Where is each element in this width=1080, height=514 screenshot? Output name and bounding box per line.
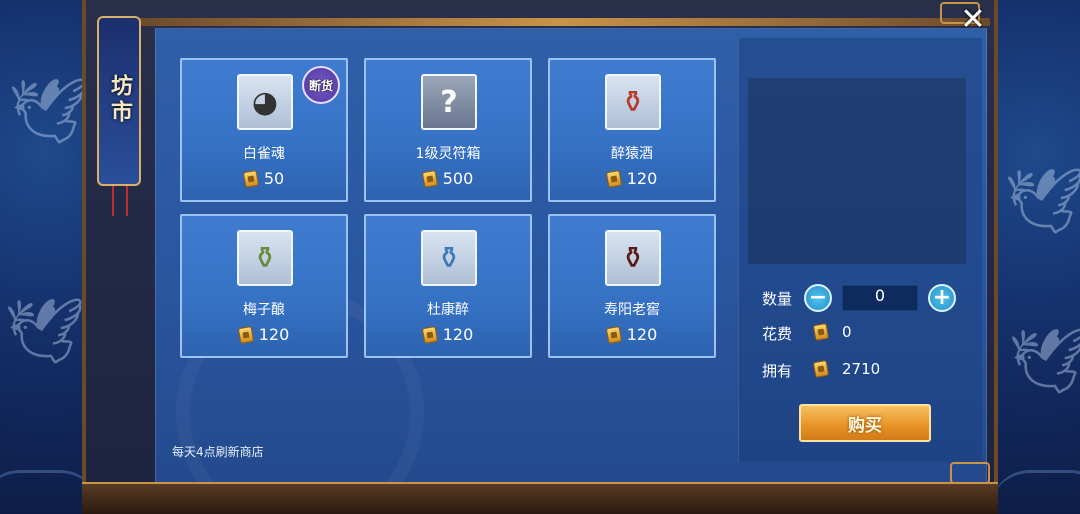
shop-item[interactable]: ⚱ 杜康醉 120 xyxy=(364,214,532,358)
crane-decoration-icon: 🕊 xyxy=(8,75,90,149)
quantity-input[interactable]: 0 xyxy=(842,285,918,311)
dukang-wine-jar-icon: ⚱ xyxy=(421,230,477,286)
item-price-value: 50 xyxy=(263,169,285,188)
buy-button[interactable]: 购买 xyxy=(799,404,931,442)
owned-label: 拥有 xyxy=(762,362,793,380)
item-price: 120 xyxy=(550,169,714,188)
buy-button-label: 购买 xyxy=(848,415,882,436)
quantity-label: 数量 xyxy=(762,290,793,308)
item-price: 120 xyxy=(550,325,714,344)
item-price-value: 120 xyxy=(626,325,658,344)
corner-ornament xyxy=(950,462,990,484)
out-of-stock-badge: 断货 xyxy=(302,66,340,104)
item-preview-area xyxy=(748,78,966,264)
shop-title: 坊市 xyxy=(107,74,132,126)
shop-item[interactable]: ? 1级灵符箱 500 xyxy=(364,58,532,202)
decrease-quantity-button[interactable]: − xyxy=(804,284,832,312)
coin-icon xyxy=(812,359,830,379)
item-price-value: 120 xyxy=(626,169,658,188)
wave-decoration xyxy=(990,470,1080,510)
item-price: 120 xyxy=(182,325,346,344)
coin-icon xyxy=(237,325,255,344)
item-price: 120 xyxy=(366,325,530,344)
cost-value: 0 xyxy=(842,323,852,341)
close-button[interactable]: ✕ xyxy=(956,1,990,37)
owned-value: 2710 xyxy=(842,360,881,378)
wine-jar-icon: ⚱ xyxy=(605,74,661,130)
increase-quantity-button[interactable]: + xyxy=(928,284,956,312)
item-price-value: 120 xyxy=(442,325,474,344)
crane-decoration-icon: 🕊 xyxy=(4,295,86,369)
shop-item[interactable]: ⚱ 寿阳老窖 120 xyxy=(548,214,716,358)
item-price-value: 500 xyxy=(442,169,474,188)
shop-item[interactable]: ⚱ 醉猿酒 120 xyxy=(548,58,716,202)
mystery-box-icon: ? xyxy=(421,74,477,130)
coin-icon xyxy=(605,325,623,344)
shop-item[interactable]: ⚱ 梅子酿 120 xyxy=(180,214,348,358)
coin-icon xyxy=(812,322,830,342)
frame-top-bar xyxy=(130,18,990,26)
coin-icon xyxy=(605,169,623,188)
shop-refresh-note: 每天4点刷新商店 xyxy=(172,445,264,459)
white-sparrow-soul-icon: ◕ xyxy=(237,74,293,130)
left-background-panel: 🕊 🕊 xyxy=(0,0,100,514)
item-price: 50 xyxy=(182,169,346,188)
aged-wine-jar-icon: ⚱ xyxy=(605,230,661,286)
item-name: 白雀魂 xyxy=(243,146,285,162)
coin-icon xyxy=(421,169,439,188)
item-price: 500 xyxy=(366,169,530,188)
close-icon: ✕ xyxy=(960,1,986,37)
item-price-value: 120 xyxy=(258,325,290,344)
crane-decoration-icon: 🕊 xyxy=(1008,325,1080,399)
item-name: 1级灵符箱 xyxy=(415,146,481,162)
item-name: 醉猿酒 xyxy=(611,146,653,162)
coin-icon xyxy=(242,169,260,188)
shop-title-tab[interactable]: 坊市 xyxy=(97,16,141,186)
item-name: 寿阳老窖 xyxy=(604,302,660,318)
shop-item[interactable]: ◕ 断货 白雀魂 50 xyxy=(180,58,348,202)
right-background-panel: 🕊 🕊 xyxy=(990,0,1080,514)
item-name: 杜康醉 xyxy=(427,302,469,318)
plum-wine-bottle-icon: ⚱ xyxy=(237,230,293,286)
cost-label: 花费 xyxy=(762,325,793,343)
crane-decoration-icon: 🕊 xyxy=(1004,165,1080,239)
item-name: 梅子酿 xyxy=(243,302,285,318)
coin-icon xyxy=(421,325,439,344)
frame-bottom-bar xyxy=(82,482,998,514)
tassel-decoration xyxy=(112,186,128,216)
